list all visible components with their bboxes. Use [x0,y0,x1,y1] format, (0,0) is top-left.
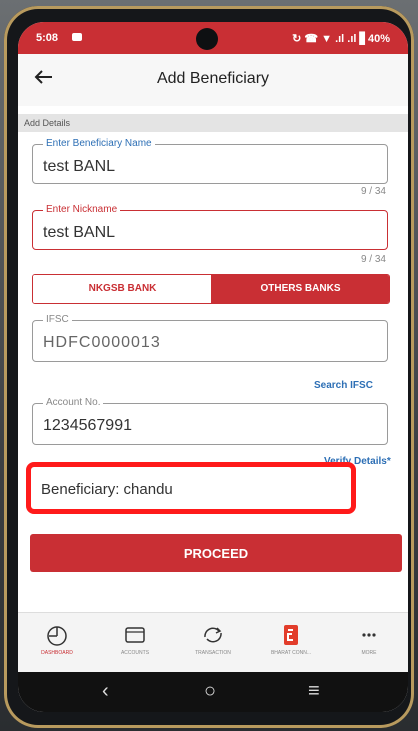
transfer-icon [204,627,222,643]
more-icon [362,633,376,637]
wallet-icon [125,627,145,643]
status-indicators: ↻ ☎ ▼ .ıl .ıl ▋40% [292,33,390,45]
notification-icon [72,33,82,41]
ifsc-value: HDFC0000013 [43,334,161,351]
app-screen: 5:08 ↻ ☎ ▼ .ıl .ıl ▋40% Add Beneficiary … [18,22,408,712]
system-navigation-bar: ‹ ○ ≡ [18,672,408,712]
nickname-counter: 9 / 34 [360,254,386,265]
account-number-label: Account No. [43,397,104,408]
ifsc-field[interactable]: IFSC HDFC0000013 [32,314,388,362]
dashboard-icon [47,626,67,646]
app-header: Add Beneficiary [18,54,408,106]
nav-label: ACCOUNTS [120,650,150,656]
camera-notch [196,28,218,50]
status-time: 5:08 [36,32,59,44]
system-home-icon[interactable]: ○ [204,680,216,703]
bharat-connect-icon [284,625,298,645]
beneficiary-name-value: test BANL [43,158,116,175]
nav-label: MORE [361,650,377,656]
nickname-value: test BANL [43,224,116,241]
account-number-field[interactable]: Account No. 1234567991 [32,397,388,445]
nickname-label: Enter Nickname [43,204,121,215]
beneficiary-result-box: Beneficiary: chandu [26,462,356,514]
nav-dashboard[interactable]: DASHBOARD [18,613,96,673]
beneficiary-name-counter: 9 / 34 [360,186,386,197]
proceed-button[interactable]: PROCEED [30,534,402,572]
nav-transaction[interactable]: TRANSACTION [174,613,252,673]
nav-label: BHARAT CONN... [270,650,312,656]
tab-other-banks[interactable]: OTHERS BANKS [211,275,389,303]
nav-label: DASHBOARD [41,650,73,656]
bottom-navigation: DASHBOARD ACCOUNTS TRANSACTION BHARAT CO… [18,612,408,673]
tab-nkgsb-bank[interactable]: NKGSB BANK [33,275,212,303]
ifsc-label: IFSC [43,314,72,325]
system-recents-icon[interactable]: ≡ [308,680,320,703]
section-label: Add Details [18,114,408,132]
beneficiary-name-result: Beneficiary: chandu [41,481,173,498]
search-ifsc-link[interactable]: Search IFSC [314,380,373,391]
page-title: Add Beneficiary [156,70,270,87]
system-back-icon[interactable]: ‹ [102,680,109,703]
nav-more[interactable]: MORE [330,613,408,673]
phone-frame: 5:08 ↻ ☎ ▼ .ıl .ıl ▋40% Add Beneficiary … [4,6,414,728]
account-number-value: 1234567991 [43,417,132,434]
nav-accounts[interactable]: ACCOUNTS [96,613,174,673]
nav-bharat-connect[interactable]: BHARAT CONN... [252,613,330,673]
nickname-field[interactable]: Enter Nickname test BANL [32,204,388,250]
beneficiary-name-label: Enter Beneficiary Name [43,138,155,149]
beneficiary-name-field[interactable]: Enter Beneficiary Name test BANL [32,138,388,184]
nav-label: TRANSACTION [195,650,231,656]
bank-type-toggle: NKGSB BANK OTHERS BANKS [32,274,390,304]
